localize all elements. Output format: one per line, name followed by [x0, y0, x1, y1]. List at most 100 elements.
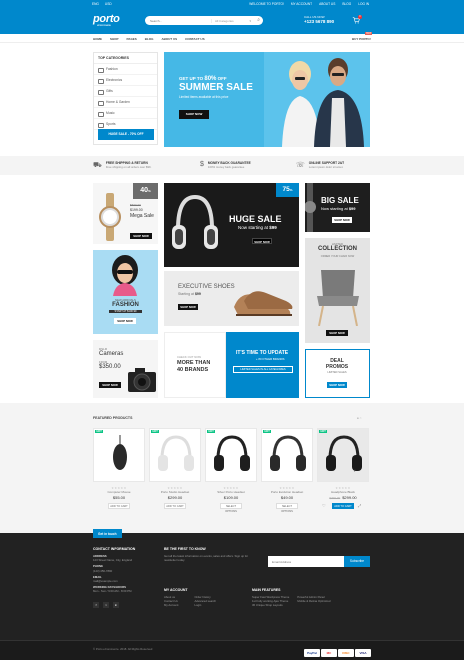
product-card[interactable]: HOT ★★★★★ Porto Evolution Headset $49.00… — [261, 428, 313, 525]
linkedin-icon[interactable]: in — [113, 601, 119, 608]
main-features-block: MAIN FEATURES Super Fast Wordpress Theme… — [252, 588, 370, 608]
top-link-about[interactable]: ABOUT US — [319, 2, 335, 6]
add-to-cart-button[interactable]: ADD TO CART — [164, 503, 186, 509]
huge-sale-button[interactable]: HUGE SALE - 70% OFF — [98, 129, 154, 140]
money-icon: $ — [200, 161, 204, 168]
big-sale-tile[interactable]: BIG SALE Now starting at $99 SHOP NOW — [305, 183, 370, 232]
discount-value: 75 — [282, 186, 290, 193]
search-icon[interactable]: ⌕ — [257, 17, 260, 23]
product-image[interactable] — [149, 428, 201, 482]
email-value[interactable]: mail@example.com — [93, 579, 118, 583]
newsletter-title: BE THE FIRST TO KNOW — [164, 547, 206, 551]
shop-now-button[interactable]: SHOP NOW — [114, 318, 136, 324]
logo[interactable]: porto eCommerce — [93, 13, 120, 27]
nav-home[interactable]: HOME — [93, 37, 102, 41]
nav-blog[interactable]: BLOG — [145, 37, 154, 41]
product-card[interactable]: HOT ★★★★★ Silver Porto Headset $109.00 S… — [205, 428, 257, 525]
huge-sale-tile[interactable]: 75% HUGE SALE Now starting at $99 SHOP N… — [164, 183, 299, 267]
footer-link[interactable]: My Account — [164, 603, 178, 607]
subscribe-button[interactable]: Subscribe — [344, 556, 370, 567]
category-item[interactable]: Home & Garden — [94, 97, 157, 108]
hot-badge: HOT — [207, 430, 216, 433]
product-card[interactable]: HOT ★★★★★ Porto Studio Headset $299.00 A… — [149, 428, 201, 525]
search-bar: All Categories ⌕ — [145, 16, 263, 25]
shop-now-button[interactable]: SHOP NOW — [327, 382, 347, 388]
contact-info: CONTACT INFORMATION ADDRESS 123 Street N… — [93, 547, 161, 608]
shop-now-button[interactable]: SHOP NOW — [178, 304, 198, 310]
shop-now-button[interactable]: SHOP NOW — [130, 233, 152, 239]
address-block: ADDRESS 123 Street Name, City, England — [93, 554, 161, 562]
cart-icon[interactable]: 0 — [352, 15, 362, 26]
nav-buy-porto[interactable]: BUY PORTO! — [352, 37, 371, 41]
hero-subtitle: Limited items available at this price — [179, 95, 229, 99]
select-options-button[interactable]: SELECT OPTIONS — [276, 503, 298, 513]
brands-tile[interactable]: CHECK OUT NOW MORE THAN 40 BRANDS IT'S T… — [164, 332, 299, 398]
deal-promos-tile[interactable]: DEAL PROMOS LIMITED SALES SHOP NOW — [305, 349, 370, 398]
product-price: $299.00 — [149, 495, 201, 500]
nav-shop[interactable]: SHOP — [110, 37, 119, 41]
phone-value[interactable]: (123) 456-7890 — [93, 569, 112, 573]
top-link-login[interactable]: LOG IN — [358, 2, 369, 6]
product-image[interactable] — [93, 428, 145, 482]
footer-link[interactable]: Mobile & Retina Optimized — [297, 599, 330, 603]
currency-select[interactable]: USD — [105, 2, 112, 6]
product-card[interactable]: › HOT ★★★★★ Headphone Black $299.00 $299.… — [317, 428, 369, 525]
quick-view-icon[interactable]: ⤢ — [358, 503, 361, 508]
nav-contact[interactable]: CONTACT US — [185, 37, 204, 41]
top-link-account[interactable]: MY ACCOUNT — [291, 2, 312, 6]
fashion-tile[interactable]: NEW ARRIVALS FASHION START AT $100.99 SH… — [93, 250, 158, 334]
cameras-tile[interactable]: DSLR Cameras FROM $350.00 SHOP NOW — [93, 340, 158, 398]
language-select[interactable]: ENG — [92, 2, 99, 6]
headset-image — [326, 435, 362, 471]
nav-pages[interactable]: PAGES — [127, 37, 137, 41]
main-nav: HOME SHOP PAGES BLOG ABOUT US CONTACT US… — [0, 32, 464, 43]
mega-sale-tile[interactable]: 40% $500.00 $199.00 Mega Sale SHOP NOW — [93, 183, 158, 244]
collection-tile[interactable]: LIMITED COLLECTION ORDER YOUR CHAIR NOW … — [305, 238, 370, 343]
price-value: $299.00 — [167, 495, 183, 500]
phone-number[interactable]: +123 5678 890 — [304, 19, 334, 24]
select-options-button[interactable]: SELECT OPTIONS — [220, 503, 242, 513]
hero-shop-now-button[interactable]: SHOP NOW — [179, 110, 209, 119]
product-name[interactable]: Porto Evolution Headset — [261, 490, 313, 494]
shop-now-button[interactable]: SHOP NOW — [252, 238, 272, 244]
shop-now-button[interactable]: SHOP NOW — [332, 217, 352, 223]
add-to-cart-button[interactable]: ADD TO CART — [332, 503, 354, 509]
heart-icon[interactable]: ♡ — [322, 503, 326, 508]
product-image[interactable] — [261, 428, 313, 482]
brands-title-1: MORE THAN — [177, 360, 211, 366]
category-item[interactable]: Gifts — [94, 86, 157, 97]
category-item[interactable]: Fashion — [94, 64, 157, 75]
carousel-dots[interactable]: ● ○ — [357, 416, 361, 420]
headphones-image — [172, 194, 218, 249]
huge-sale-sub-text: Now starting at — [238, 225, 269, 230]
search-input[interactable] — [150, 18, 205, 23]
footer-link[interactable]: 36 Unique Shop Layouts — [252, 603, 289, 607]
nav-about[interactable]: ABOUT US — [161, 37, 177, 41]
product-name[interactable]: Computer Mouse — [93, 490, 145, 494]
product-card[interactable]: HOT ★★★★★ Computer Mouse $55.00 ADD TO C… — [93, 428, 145, 525]
newsletter-email-input[interactable] — [268, 556, 344, 567]
carousel-next-icon[interactable]: › — [354, 468, 356, 474]
hours-block: WORKING DAYS/HOURS Mon - Sun / 9:00 AM -… — [93, 585, 161, 593]
shoes-title: EXECUTIVE SHOES — [178, 284, 235, 290]
top-link-blog[interactable]: BLOG — [342, 2, 351, 6]
product-name[interactable]: Porto Studio Headset — [149, 490, 201, 494]
category-item[interactable]: Electronics — [94, 75, 157, 86]
twitter-icon[interactable]: t — [103, 601, 109, 608]
feature-money-back: $ MONEY BACK GUARANTEE 100% money back gu… — [200, 161, 251, 169]
product-image[interactable] — [205, 428, 257, 482]
add-to-cart-button[interactable]: ADD TO CART — [108, 503, 130, 509]
footer-link[interactable]: Login — [194, 603, 216, 607]
product-name[interactable]: Headphone Black — [317, 490, 369, 494]
limited-sales-button[interactable]: LIMITED SALES IN ALL CATEGORIES — [233, 366, 293, 373]
brands-title-2: 40 BRANDS — [177, 367, 209, 373]
facebook-icon[interactable]: f — [93, 601, 99, 608]
phone-block: PHONE (123) 456-7890 — [93, 564, 161, 572]
product-image[interactable] — [317, 428, 369, 482]
search-category-select[interactable]: All Categories — [211, 18, 253, 23]
category-item[interactable]: Music — [94, 108, 157, 119]
product-name[interactable]: Silver Porto Headset — [205, 490, 257, 494]
shop-now-button[interactable]: SHOP NOW — [99, 382, 121, 388]
executive-shoes-tile[interactable]: EXECUTIVE SHOES Starting at $99 SHOP NOW — [164, 271, 299, 326]
shop-now-button[interactable]: SHOP NOW — [326, 330, 348, 336]
